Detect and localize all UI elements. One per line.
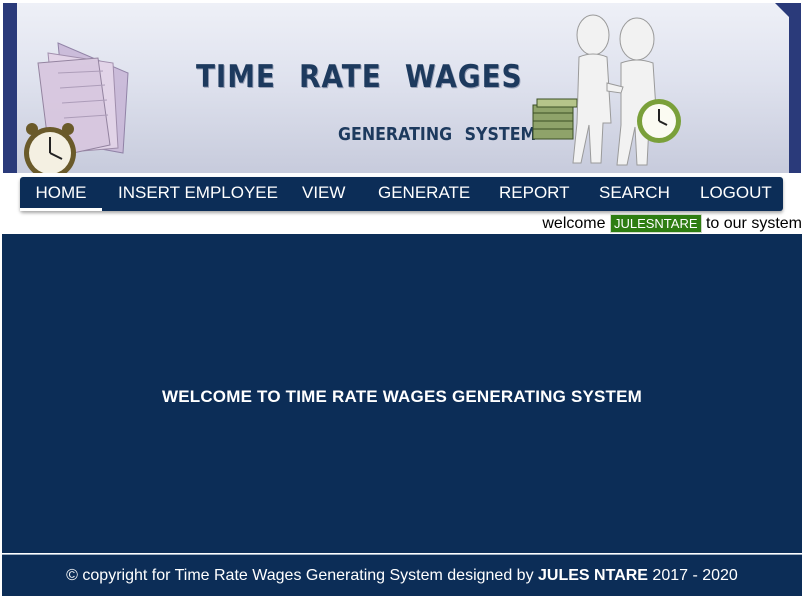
- main-panel: WELCOME TO TIME RATE WAGES GENERATING SY…: [2, 234, 802, 553]
- welcome-message: welcome JULESNTARE to our system: [542, 214, 802, 233]
- money-stack-icon: [532, 98, 578, 140]
- nav-item-logout[interactable]: LOGOUT: [700, 177, 772, 211]
- main-nav: HOME INSERT EMPLOYEE VIEW GENERATE REPOR…: [20, 177, 783, 211]
- footer-author: JULES NTARE: [538, 567, 648, 584]
- footer-copyright: © copyright for Time Rate Wages Generati…: [2, 567, 802, 585]
- footer: © copyright for Time Rate Wages Generati…: [2, 554, 802, 596]
- banner-title: TIME RATE WAGES: [196, 59, 523, 95]
- nav-item-report[interactable]: REPORT: [499, 177, 570, 211]
- welcome-suffix: to our system: [705, 215, 802, 232]
- nav-item-generate[interactable]: GENERATE: [378, 177, 470, 211]
- header-banner: TIME RATE WAGES GENERATING SYSTEM: [3, 3, 801, 173]
- banner-corner: [775, 3, 801, 29]
- username-badge: JULESNTARE: [609, 214, 702, 233]
- footer-years: 2017 - 2020: [652, 567, 738, 584]
- nav-item-search[interactable]: SEARCH: [599, 177, 670, 211]
- banner-subtitle: GENERATING SYSTEM: [338, 124, 537, 145]
- money-clock-illustration: [24, 42, 129, 173]
- footer-prefix: © copyright for Time Rate Wages Generati…: [66, 567, 534, 584]
- welcome-prefix: welcome: [542, 215, 606, 232]
- handshake-illustration: [532, 14, 681, 166]
- nav-item-view[interactable]: VIEW: [302, 177, 345, 211]
- alarm-clock-icon: [24, 123, 76, 173]
- clock-icon: [637, 99, 681, 143]
- nav-item-home[interactable]: HOME: [20, 177, 102, 211]
- welcome-heading: WELCOME TO TIME RATE WAGES GENERATING SY…: [161, 387, 643, 406]
- nav-item-insert-employee[interactable]: INSERT EMPLOYEE: [118, 177, 278, 211]
